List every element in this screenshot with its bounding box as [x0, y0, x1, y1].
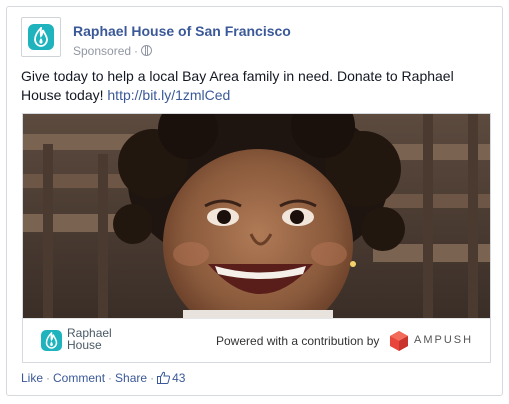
- sponsored-label[interactable]: Sponsored: [73, 44, 131, 58]
- like-link[interactable]: Like: [21, 371, 43, 385]
- meta-separator: ·: [134, 44, 139, 58]
- like-count-value: 43: [172, 371, 186, 385]
- attachment-footer: Raphael House Powered with a contributio…: [23, 318, 490, 362]
- powered-by-text: Powered with a contribution by: [216, 334, 380, 348]
- post-link[interactable]: http://bit.ly/1zmlCed: [107, 87, 230, 103]
- action-separator: ·: [108, 371, 113, 385]
- comment-link[interactable]: Comment: [53, 371, 105, 385]
- ad-attachment[interactable]: Raphael House Powered with a contributio…: [22, 113, 491, 363]
- page-avatar[interactable]: [21, 17, 61, 57]
- sponsor-name: AMPUSH: [414, 334, 474, 346]
- ampush-logo-icon: [390, 331, 408, 351]
- child-photo[interactable]: [23, 114, 490, 318]
- raphael-house-logo-icon: [41, 330, 62, 351]
- globe-icon[interactable]: [141, 45, 153, 56]
- post-actions: Like · Comment · Share · 43: [21, 371, 185, 385]
- page-name-link[interactable]: Raphael House of San Francisco: [73, 23, 291, 39]
- action-separator: ·: [150, 371, 155, 385]
- brand-name-line2: House: [67, 338, 102, 352]
- sponsored-post: Raphael House of San Francisco Sponsored…: [6, 6, 503, 396]
- action-separator: ·: [46, 371, 51, 385]
- thumbs-up-icon: [157, 371, 171, 384]
- like-count[interactable]: 43: [157, 371, 185, 385]
- brand-name: Raphael House: [67, 327, 127, 351]
- post-meta: Sponsored ·: [73, 44, 153, 58]
- post-message-text: Give today to help a local Bay Area fami…: [21, 68, 454, 103]
- post-message: Give today to help a local Bay Area fami…: [21, 67, 491, 105]
- share-link[interactable]: Share: [115, 371, 147, 385]
- raphael-house-logo-icon: [28, 24, 54, 50]
